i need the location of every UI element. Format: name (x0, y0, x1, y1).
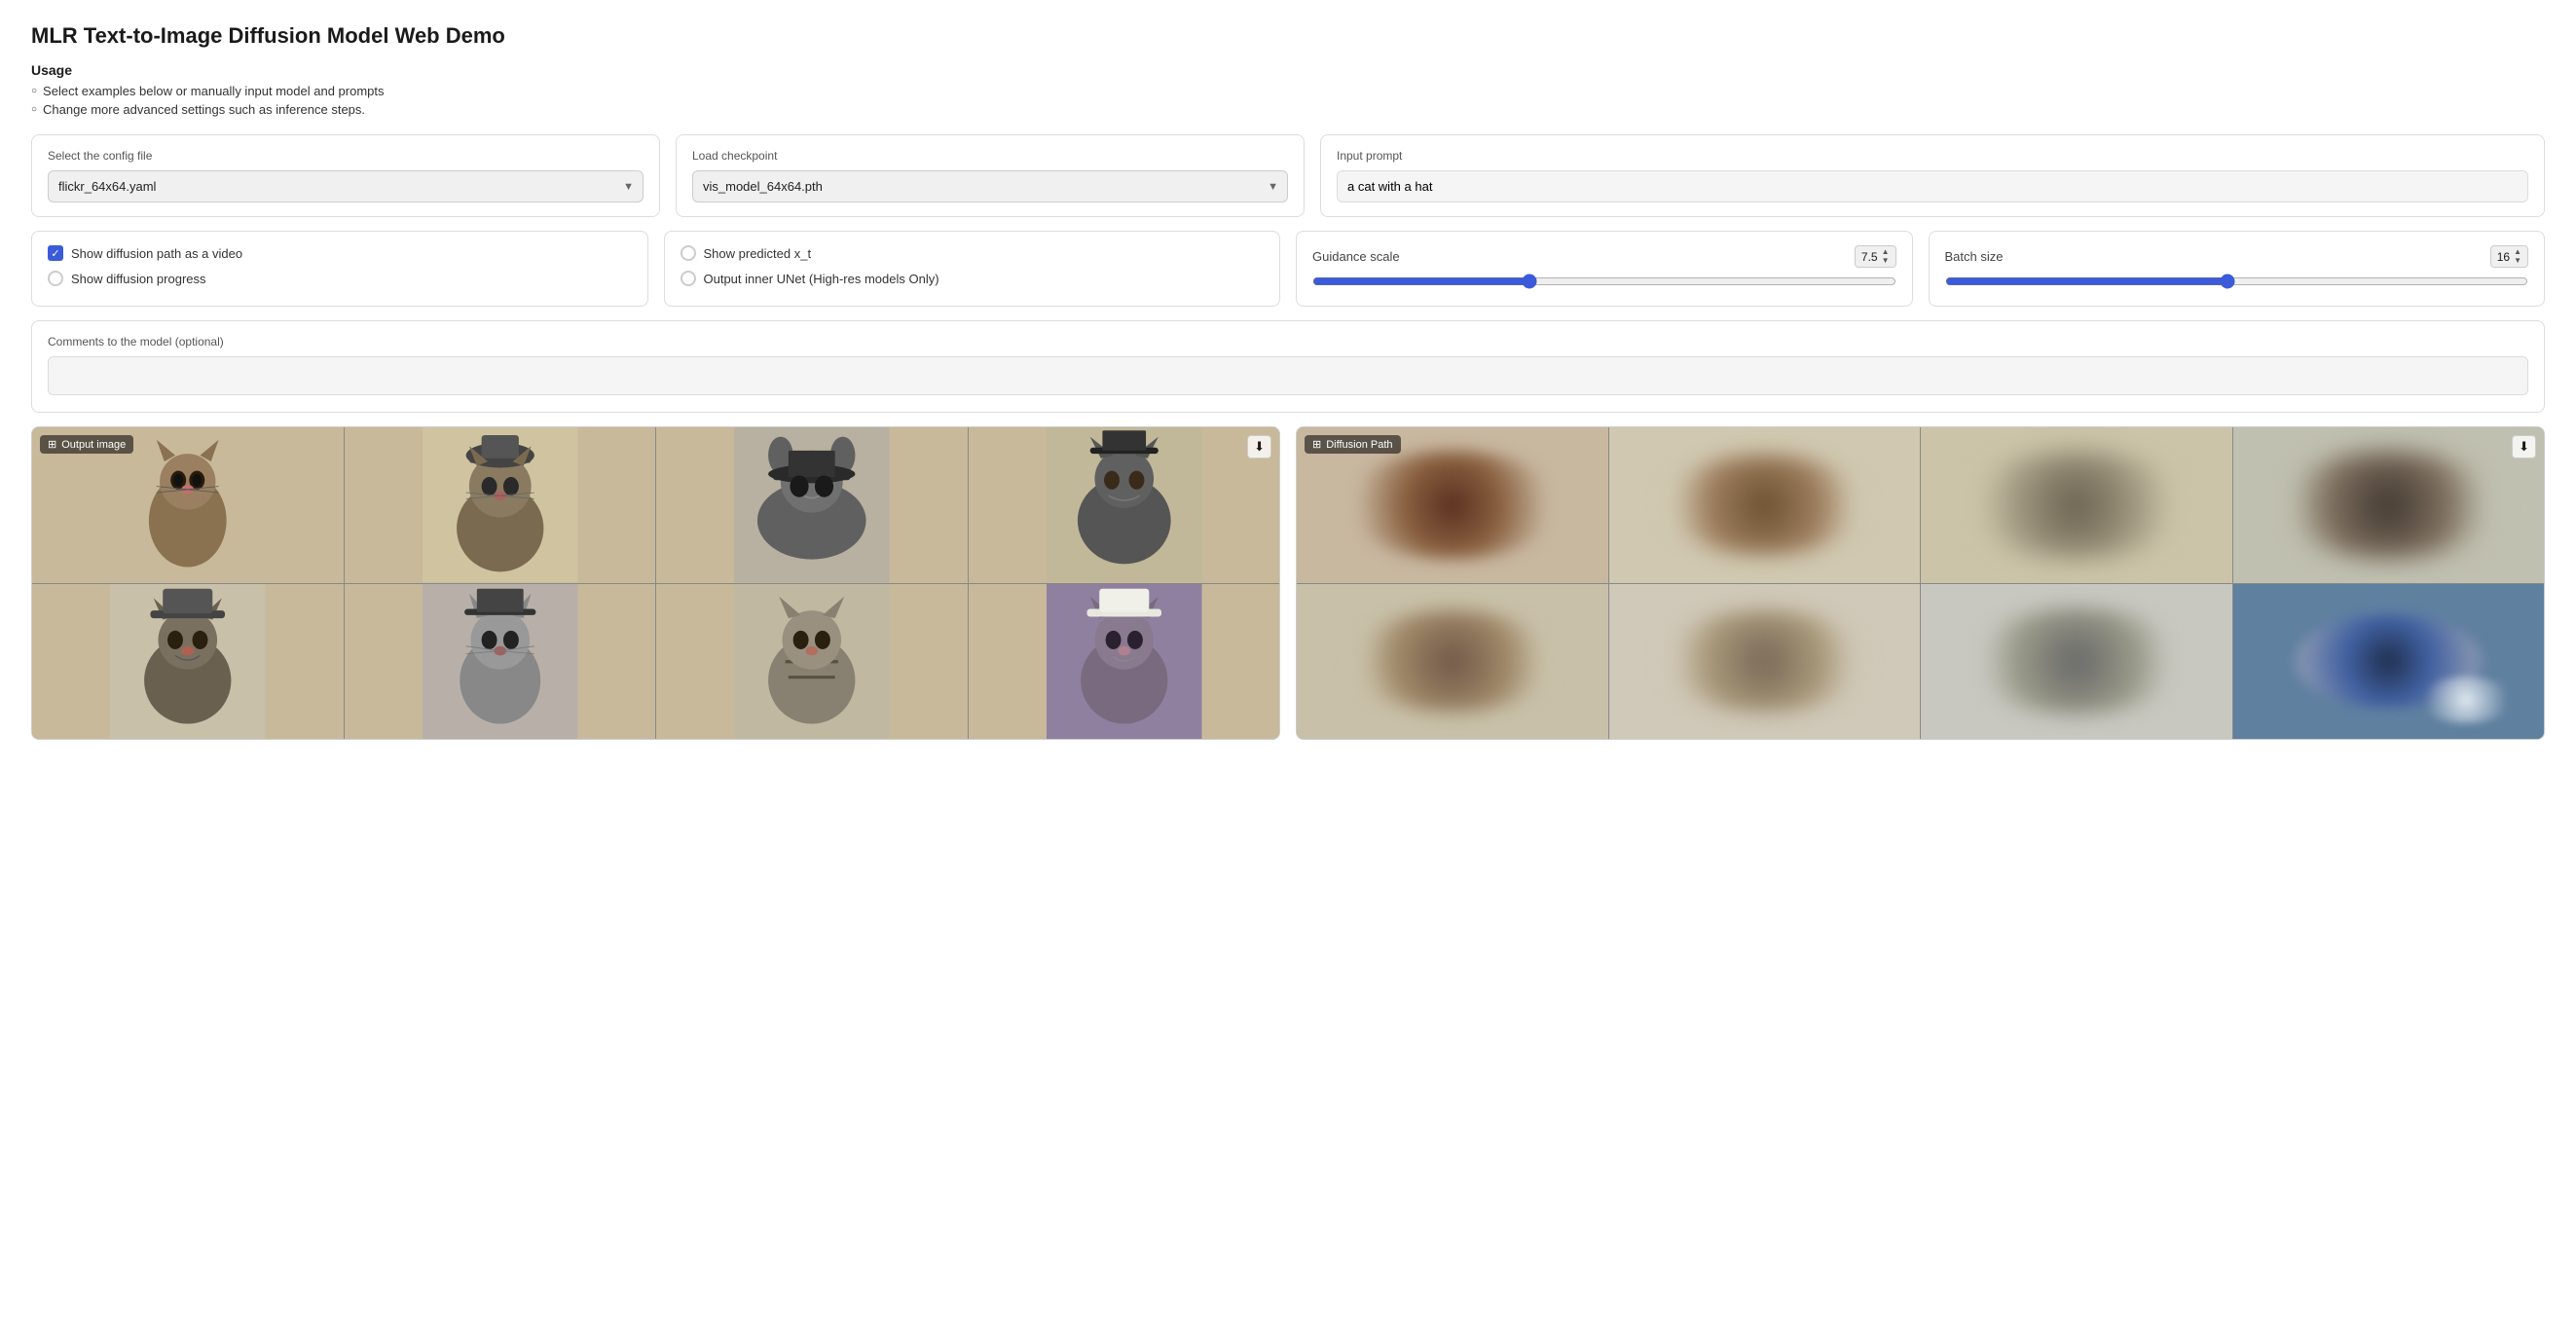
checkbox-diffusion-video-label: Show diffusion path as a video (71, 246, 242, 261)
comments-card: Comments to the model (optional) (31, 320, 2545, 413)
batch-up[interactable]: ▲ (2514, 248, 2521, 256)
cat-cell-2 (345, 427, 656, 583)
batch-number: 16 (2497, 250, 2510, 264)
cat-cell-6 (345, 584, 656, 740)
usage-title: Usage (31, 62, 2545, 78)
page-title: MLR Text-to-Image Diffusion Model Web De… (31, 23, 2545, 49)
checkpoint-label: Load checkpoint (692, 149, 1288, 163)
checkbox-row-video: Show diffusion path as a video (48, 245, 632, 261)
diffusion-panel: ⊞ Diffusion Path ⬇ (1296, 426, 2545, 740)
batch-slider[interactable] (1945, 274, 2529, 289)
diff-cell-2 (1609, 427, 1921, 583)
checkbox-unet-label: Output inner UNet (High-res models Only) (704, 272, 939, 286)
checkbox-row-progress: Show diffusion progress (48, 271, 632, 286)
guidance-stepper[interactable]: ▲ ▼ (1882, 248, 1890, 265)
diffusion-panel-icon: ⊞ (1312, 438, 1321, 451)
comments-input[interactable] (48, 356, 2528, 395)
diff-cell-5 (1297, 584, 1608, 740)
cat-cell-8 (969, 584, 1280, 740)
checkpoint-select-wrapper: vis_model_64x64.pthother_model.pth ▼ (692, 170, 1288, 202)
diffusion-download-button[interactable]: ⬇ (2512, 435, 2536, 458)
comments-row: Comments to the model (optional) (31, 320, 2545, 413)
guidance-up[interactable]: ▲ (1882, 248, 1890, 256)
cat-cell-4 (969, 427, 1280, 583)
prompt-label: Input prompt (1337, 149, 2528, 163)
checkpoint-card: Load checkpoint vis_model_64x64.pthother… (676, 134, 1305, 217)
usage-item-1: Select examples below or manually input … (31, 84, 2545, 98)
guidance-card: Guidance scale 7.5 ▲ ▼ (1296, 231, 1913, 307)
config-row: Select the config file flickr_64x64.yaml… (31, 134, 2545, 217)
diff-cell-4 (2233, 427, 2545, 583)
output-download-button[interactable]: ⬇ (1247, 435, 1271, 458)
cat-cell-3 (656, 427, 968, 583)
guidance-group: Guidance scale 7.5 ▲ ▼ (1312, 245, 1896, 292)
batch-header: Batch size 16 ▲ ▼ (1945, 245, 2529, 268)
batch-stepper[interactable]: ▲ ▼ (2514, 248, 2521, 265)
checkbox-row-unet: Output inner UNet (High-res models Only) (681, 271, 1265, 286)
output-image-icon: ⊞ (48, 438, 56, 451)
output-image-header: ⊞ Output image (40, 435, 133, 454)
diff-cell-3 (1921, 427, 2232, 583)
guidance-header: Guidance scale 7.5 ▲ ▼ (1312, 245, 1896, 268)
diff-cell-6 (1609, 584, 1921, 740)
diff-cell-8 (2233, 584, 2545, 740)
config-card: Select the config file flickr_64x64.yaml… (31, 134, 660, 217)
guidance-title: Guidance scale (1312, 249, 1400, 264)
guidance-value: 7.5 ▲ ▼ (1855, 245, 1896, 268)
checkbox-predicted-xt[interactable] (681, 245, 696, 261)
guidance-number: 7.5 (1861, 250, 1878, 264)
diffusion-panel-header: ⊞ Diffusion Path (1305, 435, 1401, 454)
usage-list: Select examples below or manually input … (31, 84, 2545, 117)
left-checkboxes-card: Show diffusion path as a video Show diff… (31, 231, 648, 307)
cat-cell-5 (32, 584, 344, 740)
usage-section: Usage Select examples below or manually … (31, 62, 2545, 117)
batch-value: 16 ▲ ▼ (2490, 245, 2528, 268)
batch-title: Batch size (1945, 249, 2004, 264)
right-checkboxes-card: Show predicted x_t Output inner UNet (Hi… (664, 231, 1281, 307)
checkbox-diffusion-progress[interactable] (48, 271, 63, 286)
guidance-down[interactable]: ▼ (1882, 257, 1890, 265)
usage-item-2: Change more advanced settings such as in… (31, 102, 2545, 117)
images-row: ⊞ Output image ⬇ (31, 426, 2545, 740)
checkbox-row-predicted: Show predicted x_t (681, 245, 1265, 261)
checkbox-diffusion-video[interactable] (48, 245, 63, 261)
config-label: Select the config file (48, 149, 644, 163)
prompt-card: Input prompt (1320, 134, 2545, 217)
batch-down[interactable]: ▼ (2514, 257, 2521, 265)
config-select[interactable]: flickr_64x64.yamlother_config.yaml (48, 170, 644, 202)
output-image-panel: ⊞ Output image ⬇ (31, 426, 1280, 740)
config-select-wrapper: flickr_64x64.yamlother_config.yaml ▼ (48, 170, 644, 202)
checkpoint-select[interactable]: vis_model_64x64.pthother_model.pth (692, 170, 1288, 202)
diff-cell-7 (1921, 584, 2232, 740)
guidance-slider[interactable] (1312, 274, 1896, 289)
output-grid (32, 427, 1279, 739)
cat-cell-7 (656, 584, 968, 740)
diffusion-panel-label: Diffusion Path (1326, 439, 1392, 451)
checkbox-unet[interactable] (681, 271, 696, 286)
output-image-label: Output image (61, 439, 126, 451)
checkbox-predicted-xt-label: Show predicted x_t (704, 246, 812, 261)
checkbox-diffusion-progress-label: Show diffusion progress (71, 272, 206, 286)
diffusion-grid (1297, 427, 2544, 739)
batch-card: Batch size 16 ▲ ▼ (1929, 231, 2546, 307)
batch-group: Batch size 16 ▲ ▼ (1945, 245, 2529, 292)
options-row: Show diffusion path as a video Show diff… (31, 231, 2545, 307)
comments-label: Comments to the model (optional) (48, 335, 2528, 348)
prompt-input[interactable] (1337, 170, 2528, 202)
